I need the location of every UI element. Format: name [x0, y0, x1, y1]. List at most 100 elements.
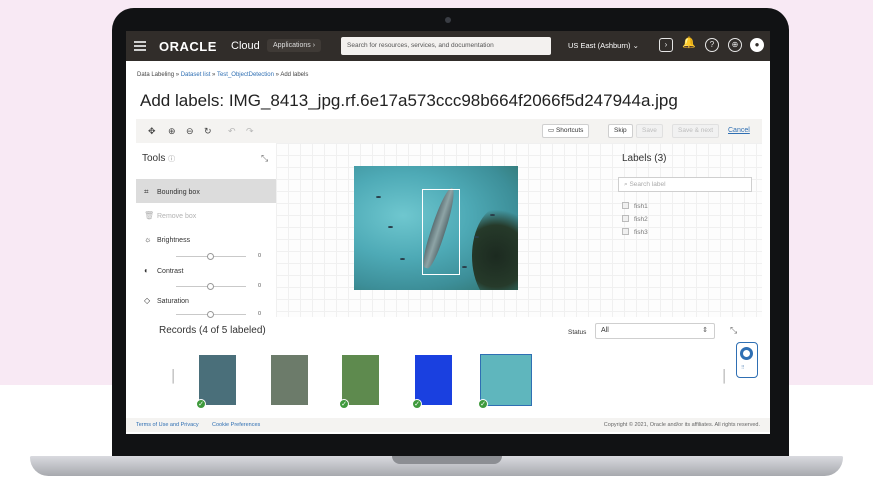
save-next-button[interactable]: Save & next — [672, 124, 720, 138]
terms-link[interactable]: Terms of Use and Privacy — [136, 422, 199, 428]
record-thumbnail[interactable]: ✓ — [412, 355, 452, 409]
status-value: All — [601, 327, 609, 334]
cancel-link[interactable]: Cancel — [728, 127, 750, 134]
contrast-label: Contrast — [157, 268, 184, 275]
labeled-check-icon: ✓ — [339, 399, 349, 409]
annotation-canvas[interactable] — [276, 143, 612, 317]
fish — [490, 214, 495, 216]
breadcrumb-current: Add labels — [280, 72, 309, 78]
records-panel: Records (4 of 5 labeled) Status All ⇕ ⤡ │… — [136, 319, 762, 415]
reset-icon[interactable]: ↻ — [204, 126, 212, 137]
brightness-control: ☼ Brightness — [136, 227, 276, 251]
breadcrumb-separator: » — [174, 72, 181, 78]
help-button[interactable]: ⠿ — [736, 342, 758, 378]
region-label: US East (Ashburn) — [568, 41, 631, 50]
slider-handle[interactable] — [207, 311, 214, 318]
labeled-check-icon: ✓ — [412, 399, 422, 409]
labels-panel: Labels (3) ⌕ Search label fish1 fish2 fi… — [612, 143, 762, 317]
cloud-shell-icon[interactable]: › — [659, 38, 673, 52]
label-checkbox[interactable] — [622, 228, 629, 235]
label-item-fish2[interactable]: fish2 — [622, 215, 648, 223]
fish — [376, 196, 381, 198]
label-checkbox[interactable] — [622, 202, 629, 209]
keyboard-icon: ▭ — [548, 127, 555, 134]
info-icon[interactable]: ⓘ — [168, 156, 175, 163]
save-button[interactable]: Save — [636, 124, 663, 138]
move-icon[interactable]: ✥ — [148, 126, 156, 137]
brightness-slider[interactable] — [176, 253, 246, 260]
breadcrumb-dataset[interactable]: Test_ObjectDetection — [217, 72, 274, 78]
chevron-down-icon: ⌄ — [632, 41, 639, 50]
record-thumbnail[interactable]: ✓ — [339, 355, 379, 409]
status-select[interactable]: All ⇕ — [595, 323, 715, 339]
record-image[interactable] — [354, 166, 518, 290]
footer: Terms of Use and Privacy Cookie Preferen… — [126, 418, 770, 432]
lifebuoy-icon — [740, 347, 753, 360]
undo-icon[interactable]: ↶ — [228, 126, 236, 137]
zoom-out-icon[interactable]: ⊖ — [186, 126, 194, 137]
breadcrumb: Data Labeling » Dataset list » Test_Obje… — [137, 72, 308, 78]
labeled-check-icon: ✓ — [196, 399, 206, 409]
shortcuts-button[interactable]: ▭ Shortcuts — [542, 124, 590, 138]
menu-icon[interactable] — [134, 41, 146, 51]
labeled-check-icon: ✓ — [478, 399, 488, 409]
next-arrow[interactable]: │ — [721, 369, 729, 383]
fish — [388, 226, 393, 228]
collapse-icon[interactable]: ⤡ — [730, 325, 737, 336]
region-selector[interactable]: US East (Ashburn) ⌄ — [568, 41, 639, 50]
remove-box-tool[interactable]: 🗑 Remove box — [136, 203, 276, 227]
shortcuts-label: Shortcuts — [555, 127, 584, 134]
notifications-icon[interactable]: 🔔 — [682, 38, 696, 52]
skip-button[interactable]: Skip — [608, 124, 633, 138]
user-icon[interactable]: ● — [750, 38, 764, 52]
label-search-input[interactable]: ⌕ Search label — [618, 177, 752, 192]
zoom-in-icon[interactable]: ⊕ — [168, 126, 176, 137]
redo-icon[interactable]: ↷ — [246, 126, 254, 137]
contrast-slider[interactable] — [176, 283, 246, 290]
breadcrumb-root[interactable]: Data Labeling — [137, 72, 174, 78]
label-checkbox[interactable] — [622, 215, 629, 222]
labels-title: Labels (3) — [622, 153, 667, 164]
bounding-box-tool[interactable]: ⌗ Bounding box — [136, 179, 276, 203]
collapse-icon[interactable]: ⤡ — [261, 153, 268, 164]
contrast-control: ◐ Contrast — [136, 258, 276, 282]
tools-title-label: Tools — [142, 153, 166, 164]
bounding-box[interactable] — [422, 189, 460, 275]
records-title: Records (4 of 5 labeled) — [159, 325, 266, 336]
applications-label: Applications — [273, 42, 311, 49]
breadcrumb-dataset-list[interactable]: Dataset list — [181, 72, 211, 78]
applications-button[interactable]: Applications › — [267, 39, 322, 52]
saturation-value: 0 — [258, 311, 262, 317]
label-search-placeholder: Search label — [629, 181, 666, 188]
record-thumbnail[interactable] — [271, 355, 308, 405]
label-item-fish1[interactable]: fish1 — [622, 202, 648, 210]
fish — [474, 236, 479, 238]
previous-arrow[interactable]: │ — [170, 369, 178, 383]
grid-icon: ⠿ — [741, 365, 746, 371]
screen: ORACLE Cloud Applications › Search for r… — [126, 31, 770, 434]
remove-box-label: Remove box — [157, 213, 197, 220]
brand-logo[interactable]: ORACLE — [159, 39, 217, 54]
annotation-toolbar: ✥ ⊕ ⊖ ↻ ↶ ↷ ▭ Shortcuts Skip Save Save &… — [136, 119, 762, 143]
label-item-fish3[interactable]: fish3 — [622, 228, 648, 236]
label-text: fish2 — [634, 216, 648, 223]
cookie-preferences-link[interactable]: Cookie Preferences — [212, 422, 260, 428]
brightness-label: Brightness — [157, 237, 191, 244]
record-thumbnail[interactable]: ✓ — [196, 355, 236, 409]
saturation-slider[interactable] — [176, 311, 246, 318]
contrast-icon: ◐ — [144, 266, 149, 275]
camera-icon — [445, 17, 451, 23]
page-title: Add labels: IMG_8413_jpg.rf.6e17a573ccc9… — [140, 91, 678, 110]
record-thumbnail-selected[interactable]: ✓ — [478, 354, 532, 409]
chevron-updown-icon: ⇕ — [702, 327, 708, 334]
help-icon[interactable]: ? — [705, 38, 719, 52]
top-nav: ORACLE Cloud Applications › Search for r… — [126, 31, 770, 61]
search-icon: ⌕ — [624, 181, 628, 188]
language-icon[interactable]: ⊕ — [728, 38, 742, 52]
brightness-icon: ☼ — [144, 235, 152, 244]
reef — [472, 206, 518, 290]
tools-panel: Tools ⓘ ⤡ ⌗ Bounding box 🗑 Remove box ☼ Bri… — [136, 143, 276, 318]
fish — [462, 266, 467, 268]
search-input[interactable]: Search for resources, services, and docu… — [341, 37, 551, 55]
status-label: Status — [568, 329, 587, 336]
